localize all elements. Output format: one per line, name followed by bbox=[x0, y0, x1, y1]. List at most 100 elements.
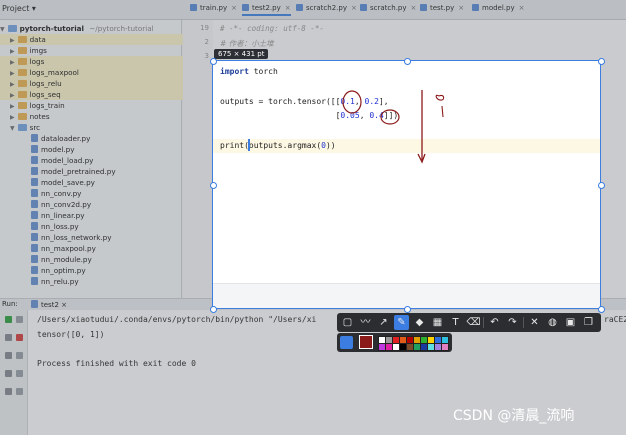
tree-file[interactable]: dataloader.py bbox=[0, 133, 210, 144]
pen-squiggle-icon[interactable]: 〰 bbox=[358, 315, 373, 330]
up-icon[interactable] bbox=[16, 316, 23, 323]
python-file-icon bbox=[472, 4, 479, 11]
python-file-icon bbox=[31, 156, 38, 164]
brush-size-selector[interactable] bbox=[340, 336, 353, 349]
tab-scratch2[interactable]: scratch2.py × bbox=[296, 4, 357, 12]
python-file-icon bbox=[360, 4, 367, 11]
tree-folder-logs-maxpool[interactable]: ▶ logs_maxpool bbox=[0, 67, 192, 78]
tab-label: train.py bbox=[200, 4, 228, 12]
tree-file[interactable]: model.py bbox=[0, 144, 210, 155]
run-config-tab[interactable]: test2 × bbox=[28, 300, 67, 309]
text-icon[interactable]: T bbox=[448, 315, 463, 330]
rerun-icon[interactable] bbox=[5, 316, 12, 323]
line-number: 3 bbox=[204, 52, 209, 60]
python-file-icon bbox=[242, 4, 249, 11]
mosaic-icon[interactable]: ▦ bbox=[430, 315, 445, 330]
wrench-icon[interactable] bbox=[5, 334, 12, 341]
tree-folder-logs-relu[interactable]: ▶ logs_relu bbox=[0, 78, 192, 89]
python-file-icon bbox=[31, 300, 38, 308]
tree-file[interactable]: nn_conv.py bbox=[0, 188, 210, 199]
resize-handle[interactable] bbox=[210, 58, 217, 65]
code-comment: # 作者：小土堆 bbox=[220, 39, 274, 48]
rect-icon[interactable]: ▢ bbox=[340, 315, 355, 330]
color-palette bbox=[337, 333, 452, 352]
tab-train[interactable]: train.py × bbox=[190, 4, 237, 12]
pin-tab-icon[interactable] bbox=[5, 388, 12, 395]
pencil-icon[interactable]: ✎ bbox=[394, 315, 409, 330]
resize-handle[interactable] bbox=[404, 58, 411, 65]
folder-icon bbox=[17, 47, 27, 54]
marker-icon[interactable]: ◆ bbox=[412, 315, 427, 330]
selection-size-label: 675 × 431 pt bbox=[214, 49, 269, 59]
console-command: /Users/xiaotudui/.conda/envs/pytorch/bin… bbox=[37, 315, 317, 324]
text-cursor bbox=[248, 139, 250, 151]
tree-file[interactable]: nn_conv2d.py bbox=[0, 199, 210, 210]
line-number: 19 bbox=[200, 24, 209, 32]
file-label: nn_conv.py bbox=[41, 189, 82, 198]
tree-folder-data[interactable]: ▶ data bbox=[0, 34, 192, 45]
tree-folder-notes[interactable]: ▶ notes bbox=[0, 111, 192, 122]
python-file-icon bbox=[31, 178, 38, 186]
arrow-icon[interactable]: ↗ bbox=[376, 315, 391, 330]
folder-label: src bbox=[29, 123, 41, 132]
tree-file[interactable]: nn_relu.py bbox=[0, 276, 210, 287]
undo-icon[interactable]: ↶ bbox=[487, 315, 502, 330]
stop-icon[interactable] bbox=[16, 334, 23, 341]
python-file-icon bbox=[420, 4, 427, 11]
folder-icon bbox=[17, 36, 27, 43]
tree-file[interactable]: model_save.py bbox=[0, 177, 210, 188]
tree-file[interactable]: nn_linear.py bbox=[0, 210, 210, 221]
folder-label: logs_maxpool bbox=[29, 68, 79, 77]
layout-icon[interactable] bbox=[5, 352, 12, 359]
python-file-icon bbox=[296, 4, 303, 11]
tree-file[interactable]: nn_maxpool.py bbox=[0, 243, 210, 254]
tree-folder-logs-seq[interactable]: ▶ logs_seq bbox=[0, 89, 192, 100]
pin-icon[interactable]: ◍ bbox=[545, 315, 560, 330]
redo-icon[interactable]: ↷ bbox=[505, 315, 520, 330]
circle-annotation bbox=[380, 109, 400, 125]
pen-annotations bbox=[248, 90, 445, 164]
tree-folder-imgs[interactable]: ▶ imgs bbox=[0, 45, 192, 56]
save-icon[interactable]: ▣ bbox=[563, 315, 578, 330]
tree-file[interactable]: nn_loss_network.py bbox=[0, 232, 210, 243]
file-label: model_save.py bbox=[41, 178, 95, 187]
trash-icon[interactable] bbox=[16, 388, 23, 395]
file-label: nn_maxpool.py bbox=[41, 244, 96, 253]
folder-icon bbox=[17, 91, 27, 98]
tree-file[interactable]: model_load.py bbox=[0, 155, 210, 166]
folder-label: logs_relu bbox=[29, 79, 62, 88]
file-label: nn_conv2d.py bbox=[41, 200, 92, 209]
resize-handle[interactable] bbox=[404, 306, 411, 313]
project-tree: ▼ pytorch-tutorial ~/pytorch-tutorial ▶ da… bbox=[0, 20, 192, 298]
tab-test[interactable]: test.py × bbox=[420, 4, 464, 12]
resize-handle[interactable] bbox=[210, 306, 217, 313]
resize-handle[interactable] bbox=[598, 182, 605, 189]
color-swatch[interactable] bbox=[441, 343, 449, 351]
resize-handle[interactable] bbox=[210, 182, 217, 189]
tree-folder-logs-train[interactable]: ▶ logs_train bbox=[0, 100, 192, 111]
print-icon[interactable] bbox=[5, 370, 12, 377]
selected-color-swatch[interactable] bbox=[359, 335, 373, 349]
tree-folder-src[interactable]: ▼ src bbox=[0, 122, 192, 133]
tree-file[interactable]: nn_loss.py bbox=[0, 221, 210, 232]
tree-file[interactable]: nn_optim.py bbox=[0, 265, 210, 276]
soft-wrap-icon[interactable] bbox=[16, 352, 23, 359]
close-icon[interactable]: ✕ bbox=[527, 315, 542, 330]
scroll-end-icon[interactable] bbox=[16, 370, 23, 377]
tree-root[interactable]: ▼ pytorch-tutorial ~/pytorch-tutorial bbox=[0, 23, 182, 34]
project-tab-label: Project bbox=[2, 4, 30, 13]
tab-model[interactable]: model.py × bbox=[472, 4, 524, 12]
tab-test2[interactable]: test2.py × bbox=[242, 4, 291, 16]
eraser-icon[interactable]: ⌫ bbox=[466, 315, 481, 330]
copy-icon[interactable]: ❐ bbox=[581, 315, 596, 330]
file-label: model_load.py bbox=[41, 156, 94, 165]
python-file-icon bbox=[31, 277, 38, 285]
project-view-selector[interactable]: Project ▾ bbox=[2, 4, 36, 13]
tree-file[interactable]: nn_module.py bbox=[0, 254, 210, 265]
tree-folder-logs[interactable]: ▶ logs bbox=[0, 56, 192, 67]
resize-handle[interactable] bbox=[598, 306, 605, 313]
tab-scratch[interactable]: scratch.py × bbox=[360, 4, 416, 12]
resize-handle[interactable] bbox=[598, 58, 605, 65]
zero-annotation bbox=[435, 94, 445, 101]
tree-file[interactable]: model_pretrained.py bbox=[0, 166, 210, 177]
